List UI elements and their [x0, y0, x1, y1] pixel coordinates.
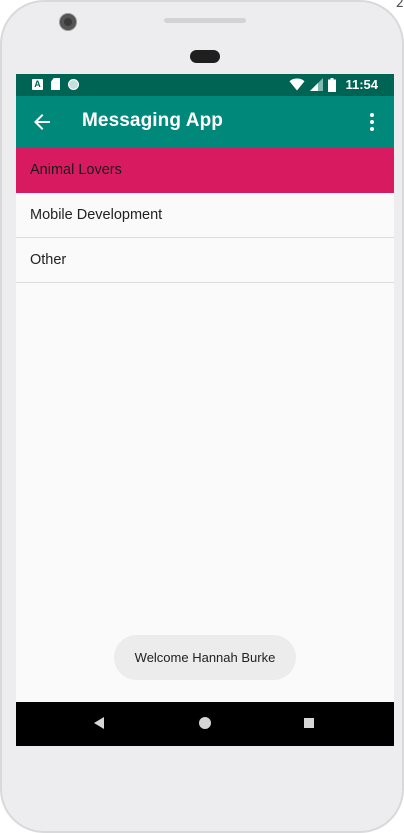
- battery-icon: [328, 77, 337, 92]
- list-item-label: Mobile Development: [30, 207, 163, 223]
- recents-square-icon[interactable]: [304, 718, 314, 728]
- front-camera-icon: [60, 14, 76, 30]
- signal-icon: [310, 78, 324, 91]
- app-bar: Messaging App: [16, 96, 394, 148]
- sd-card-icon: [51, 78, 60, 90]
- list-item-mobile-development[interactable]: Mobile Development: [16, 193, 394, 238]
- overflow-menu-icon[interactable]: [360, 110, 384, 134]
- screen: A 11:54 Messaging App Animal Lovers Mobi…: [16, 74, 394, 746]
- app-title: Messaging App: [82, 110, 223, 131]
- back-triangle-icon[interactable]: [94, 717, 104, 729]
- circle-notification-icon: [68, 78, 79, 90]
- back-arrow-icon[interactable]: [30, 110, 54, 134]
- earpiece: [190, 50, 220, 63]
- navigation-bar: [16, 702, 394, 746]
- list-item-other[interactable]: Other: [16, 238, 394, 283]
- phone-frame: A 11:54 Messaging App Animal Lovers Mobi…: [0, 0, 404, 833]
- a-notification-icon: A: [32, 78, 43, 90]
- list-item-animal-lovers[interactable]: Animal Lovers: [16, 148, 394, 193]
- status-left-icons: A: [32, 78, 79, 90]
- status-bar: A 11:54: [16, 74, 394, 96]
- speaker-grille: [164, 18, 246, 23]
- list-item-label: Animal Lovers: [30, 162, 122, 178]
- wifi-icon: [289, 78, 305, 91]
- group-list: Animal Lovers Mobile Development Other: [16, 148, 394, 283]
- corner-digit: 2: [395, 0, 404, 11]
- status-time: 11:54: [345, 77, 378, 92]
- toast-message: Welcome Hannah Burke: [114, 635, 296, 680]
- home-circle-icon[interactable]: [199, 717, 211, 729]
- list-item-label: Other: [30, 252, 67, 268]
- status-right-icons: 11:54: [289, 77, 378, 92]
